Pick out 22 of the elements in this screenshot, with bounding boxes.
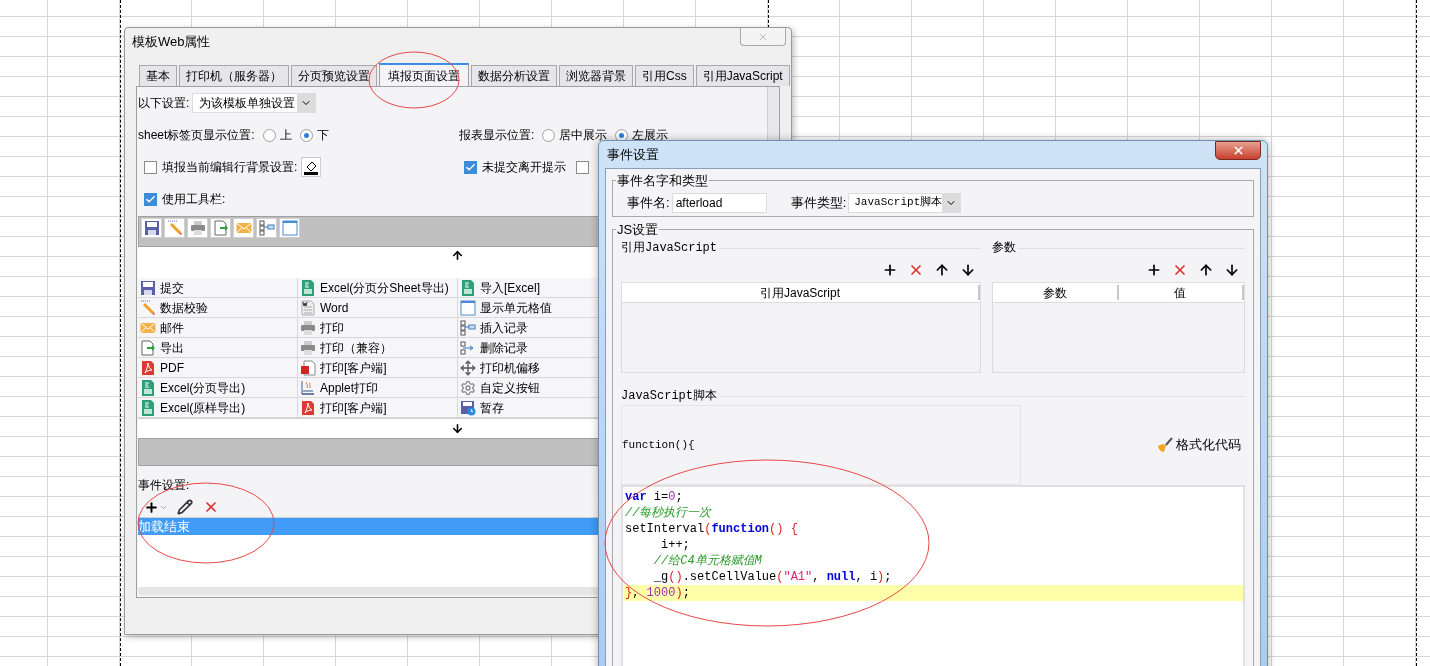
code-line: //给C4单元格赋值M xyxy=(652,553,763,569)
section-title: 参数 xyxy=(992,240,1016,257)
code-line: //每秒执行一次 xyxy=(624,505,713,521)
checkbox-label: 填报当前编辑行背景设置: xyxy=(162,159,298,176)
checkbox-label: 未提交离开提示 xyxy=(482,159,566,176)
field-label: 事件名: xyxy=(627,193,670,212)
window-title: 事件设置 xyxy=(606,145,659,164)
code-line: _g().setCellValue("A1", null, i); xyxy=(652,569,893,585)
group-title: JS设置 xyxy=(616,220,660,239)
section-title: 引用JavaScript xyxy=(621,240,717,257)
field-label: 以下设置: xyxy=(138,95,190,112)
function-signature: function(){ xyxy=(622,437,695,453)
code-line: i++; xyxy=(660,537,691,553)
checkbox-label: 使用工具栏: xyxy=(162,191,226,208)
field-label: 报表显示位置: xyxy=(459,127,535,144)
code-line: var i=0; xyxy=(624,489,684,505)
window-title: 模板Web属性 xyxy=(132,33,211,52)
field-label: sheet标签页显示位置: xyxy=(138,127,255,144)
field-label: 事件类型: xyxy=(790,193,847,212)
group-title: 事件名字和类型 xyxy=(616,172,709,190)
section-title: JavaScript脚本 xyxy=(621,388,717,405)
section-label: 事件设置: xyxy=(138,477,191,494)
